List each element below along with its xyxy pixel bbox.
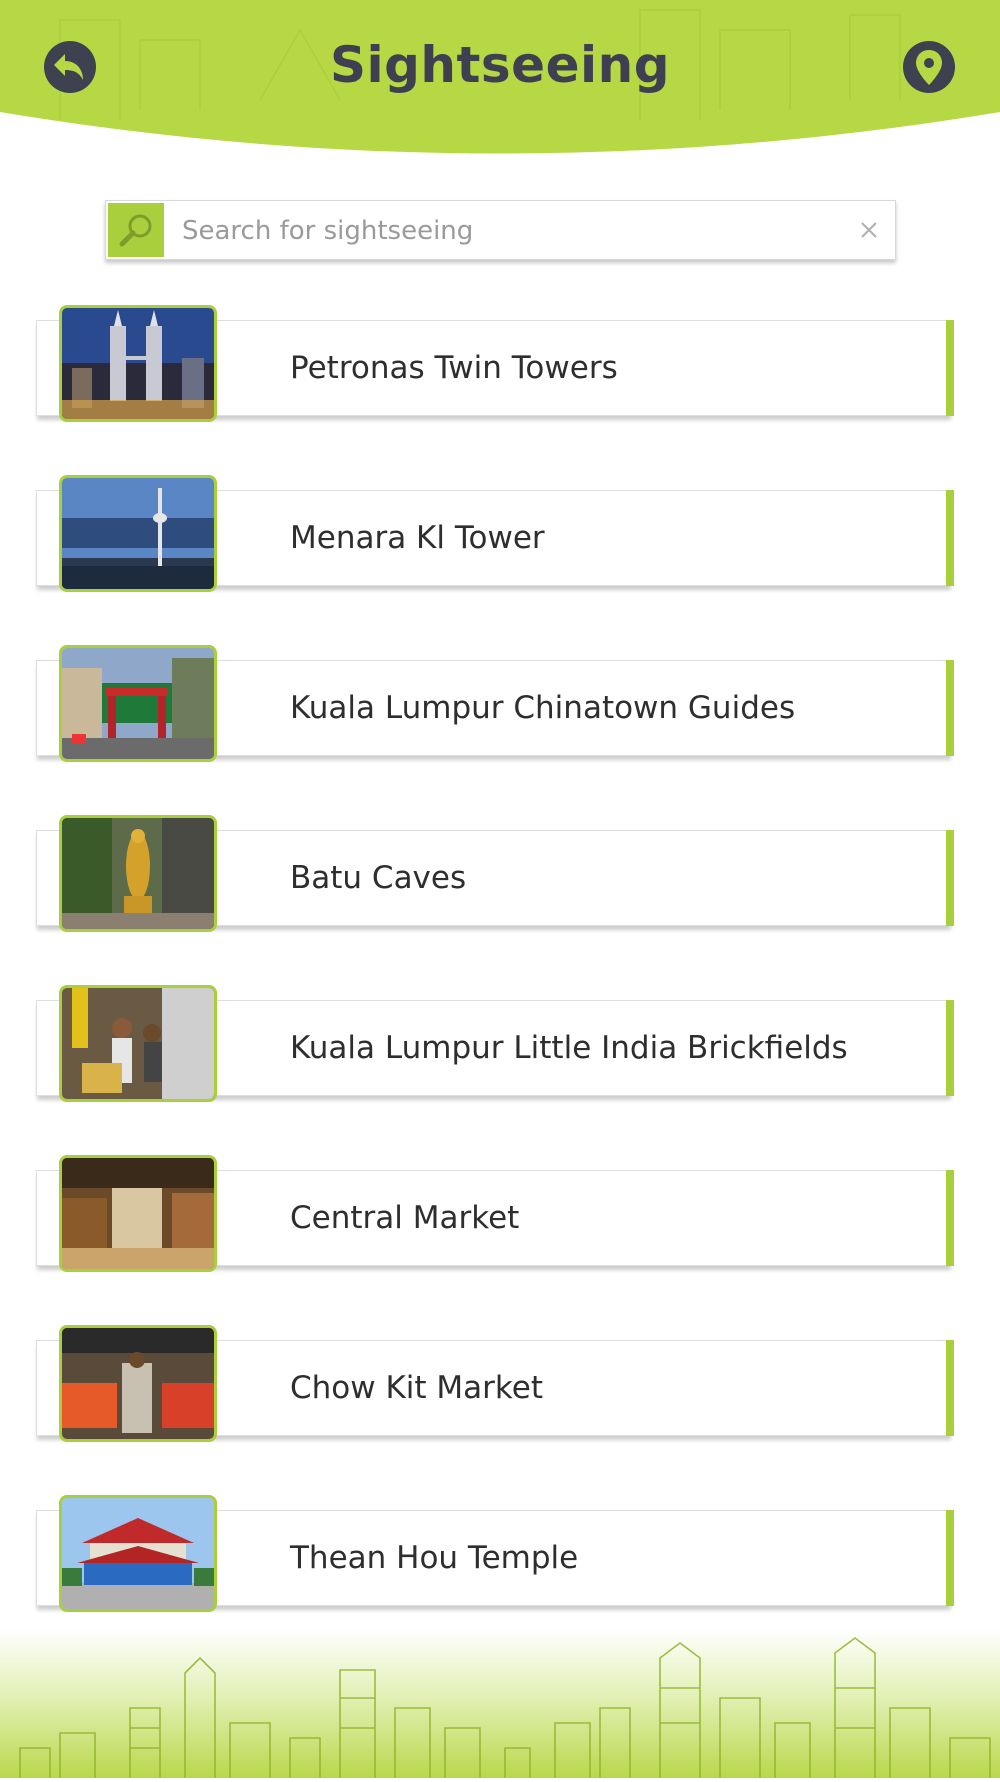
thumbnail-image — [59, 645, 217, 762]
magnifier-icon — [119, 214, 152, 247]
search-button[interactable] — [108, 203, 164, 257]
map-pin-icon — [903, 41, 955, 93]
clear-search-button[interactable] — [851, 212, 887, 248]
search-bar — [105, 200, 896, 260]
thumbnail-image — [59, 985, 217, 1102]
list-item-chow-kit-market[interactable]: Chow Kit Market — [0, 1320, 1000, 1450]
thumbnail-image — [59, 1495, 217, 1612]
city-skyline-illustration — [0, 1628, 1000, 1778]
page-title: Sightseeing — [329, 36, 671, 94]
list-item-batu-caves[interactable]: Batu Caves — [0, 810, 1000, 940]
list-item-label: Thean Hou Temple — [290, 1540, 579, 1576]
list-item-label: Menara Kl Tower — [290, 520, 545, 556]
list-item-label: Batu Caves — [290, 860, 467, 896]
app-header: Sightseeing — [0, 0, 1000, 160]
list-item-label: Petronas Twin Towers — [290, 350, 618, 386]
skyline-footer — [0, 1628, 1000, 1778]
search-input[interactable] — [180, 207, 824, 255]
list-item-label: Kuala Lumpur Little India Brickfields — [290, 1030, 848, 1066]
list-item-menara-kl-tower[interactable]: Menara Kl Tower — [0, 470, 1000, 600]
thumbnail-image — [59, 1155, 217, 1272]
thumbnail-image — [59, 815, 217, 932]
list-item-label: Chow Kit Market — [290, 1370, 543, 1406]
list-item-kuala-lumpur-little-india-brickfields[interactable]: Kuala Lumpur Little India Brickfields — [0, 980, 1000, 1110]
list-item-thean-hou-temple[interactable]: Thean Hou Temple — [0, 1490, 1000, 1620]
thumbnail-image — [59, 305, 217, 422]
list-item-kuala-lumpur-chinatown-guides[interactable]: Kuala Lumpur Chinatown Guides — [0, 640, 1000, 770]
list-item-petronas-twin-towers[interactable]: Petronas Twin Towers — [0, 300, 1000, 430]
close-icon — [861, 222, 877, 238]
list-item-label: Kuala Lumpur Chinatown Guides — [290, 690, 796, 726]
list-item-label: Central Market — [290, 1200, 520, 1236]
thumbnail-image — [59, 1325, 217, 1442]
location-button[interactable] — [902, 40, 956, 94]
thumbnail-image — [59, 475, 217, 592]
list-item-central-market[interactable]: Central Market — [0, 1150, 1000, 1280]
